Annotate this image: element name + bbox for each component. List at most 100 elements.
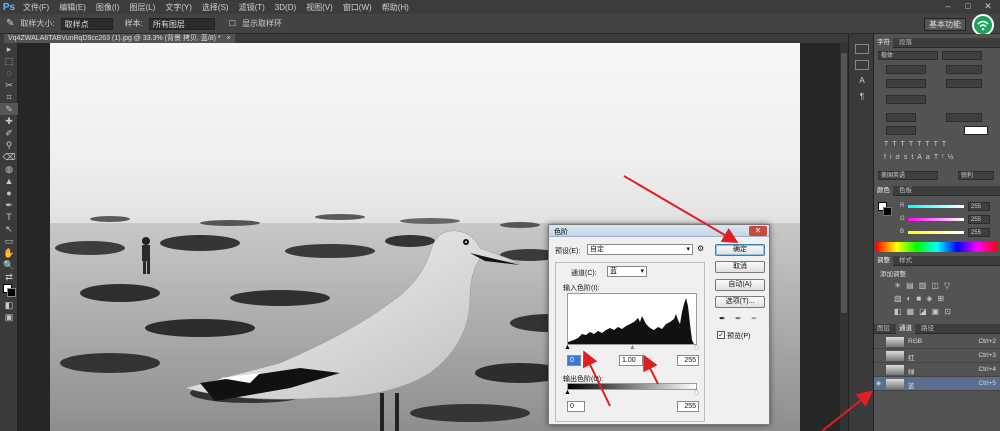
text-color-swatch[interactable] <box>964 126 988 135</box>
lasso-tool-icon[interactable]: ◌ <box>0 67 18 79</box>
output-white-handle-icon[interactable]: ▲ <box>693 389 700 396</box>
scrollbar-thumb[interactable] <box>841 53 847 313</box>
dock-properties-icon[interactable] <box>855 60 869 70</box>
vertical-scale-field[interactable] <box>886 113 916 122</box>
healing-tool-icon[interactable]: ✚ <box>0 115 18 127</box>
pen-tool-icon[interactable]: ✒ <box>0 199 18 211</box>
menu-type[interactable]: 文字(Y) <box>160 2 197 13</box>
sample-select[interactable]: 所有图层 <box>148 17 215 30</box>
eraser-tool-icon[interactable]: ⌫ <box>0 151 18 163</box>
slider-g-value[interactable]: 255 <box>968 215 990 224</box>
adjustment-icons[interactable]: ☀▤▥◫▽ ▧◐■◈⊞ ◧▦◪▣⊡ <box>894 279 994 319</box>
scale-field[interactable] <box>886 95 926 104</box>
dialog-close-button[interactable]: ✕ <box>749 226 767 236</box>
close-window-button[interactable]: ✕ <box>980 1 996 12</box>
tracking-field[interactable] <box>946 79 982 88</box>
ok-button[interactable]: 确定 <box>715 244 765 256</box>
output-white-field[interactable]: 255 <box>677 401 699 412</box>
channel-row-green[interactable]: 绿 Ctrl+4 <box>874 363 1000 377</box>
zoom-tool-icon[interactable]: 🔍 <box>0 259 18 271</box>
stamp-tool-icon[interactable]: ⚲ <box>0 139 18 151</box>
color-slider-b[interactable]: B 255 <box>900 228 998 238</box>
swap-colors-icon[interactable]: ⇄ <box>0 271 18 283</box>
output-levels-slider[interactable]: ▲ ▲ <box>564 389 700 397</box>
tab-swatches[interactable]: 色板 <box>896 186 915 196</box>
dialog-titlebar[interactable]: 色阶 ✕ <box>549 225 769 237</box>
cancel-button[interactable]: 取消 <box>715 261 765 273</box>
white-eyedropper-icon[interactable]: ✒ <box>751 314 758 323</box>
color-fg-bg-swatch[interactable] <box>878 202 892 216</box>
color-slider-g[interactable]: G 255 <box>900 215 998 225</box>
show-ring-checkbox[interactable]: ☐ <box>229 19 236 28</box>
menu-3d[interactable]: 3D(D) <box>270 3 301 12</box>
preset-options-gear-icon[interactable]: ⚙ <box>697 244 704 253</box>
menu-file[interactable]: 文件(F) <box>18 2 54 13</box>
kerning-field[interactable] <box>886 79 926 88</box>
eyedropper-icon[interactable]: ✎ <box>6 18 14 29</box>
input-white-handle-icon[interactable]: ▲ <box>693 344 700 351</box>
output-black-handle-icon[interactable]: ▲ <box>564 389 571 396</box>
eyedropper-tool-icon[interactable]: ✎ <box>0 103 18 115</box>
brush-tool-icon[interactable]: ✐ <box>0 127 18 139</box>
menu-layer[interactable]: 图层(L) <box>124 2 160 13</box>
visibility-eye-icon[interactable]: ◉ <box>876 380 881 387</box>
font-family-select[interactable]: 楷体 <box>878 51 938 60</box>
channel-select[interactable]: 蓝 ▾ <box>607 266 647 277</box>
input-white-field[interactable]: 255 <box>677 355 699 366</box>
antialias-select[interactable]: 锐利 <box>958 171 994 180</box>
document-tab[interactable]: Vq4ZWALA6TABVunRqD9cc263 (1).jpg @ 33.3%… <box>4 34 235 43</box>
move-tool-icon[interactable]: ▸ <box>0 43 18 55</box>
text-style-buttons[interactable]: TTTTTTTT <box>884 141 996 151</box>
slider-r-value[interactable]: 255 <box>968 202 990 211</box>
input-gamma-handle-icon[interactable]: ▲ <box>629 344 636 351</box>
document-close-icon[interactable]: × <box>227 35 231 42</box>
quick-select-tool-icon[interactable]: ✂ <box>0 79 18 91</box>
font-size-field[interactable] <box>886 65 926 74</box>
sample-size-select[interactable]: 取样点 <box>60 17 113 30</box>
hand-tool-icon[interactable]: ✋ <box>0 247 18 259</box>
horizontal-scale-field[interactable] <box>946 113 982 122</box>
shape-tool-icon[interactable]: ▭ <box>0 235 18 247</box>
tab-adjustments[interactable]: 调整 <box>874 256 893 266</box>
menu-view[interactable]: 视图(V) <box>301 2 338 13</box>
gray-eyedropper-icon[interactable]: ✒ <box>735 314 742 323</box>
menu-select[interactable]: 选择(S) <box>197 2 234 13</box>
quick-mask-icon[interactable]: ◧ <box>0 299 18 311</box>
black-eyedropper-icon[interactable]: ✒ <box>719 314 726 323</box>
minimize-button[interactable]: – <box>940 1 956 12</box>
menu-window[interactable]: 窗口(W) <box>338 2 377 13</box>
baseline-field[interactable] <box>886 126 916 135</box>
auto-button[interactable]: 自动(A) <box>715 279 765 291</box>
menu-help[interactable]: 帮助(H) <box>377 2 414 13</box>
path-select-tool-icon[interactable]: ↖ <box>0 223 18 235</box>
tab-paragraph[interactable]: 段落 <box>896 38 915 48</box>
foreground-background-swatch[interactable] <box>0 283 18 299</box>
opentype-buttons[interactable]: fiσstAaTᵗ½ <box>884 154 996 164</box>
preset-select[interactable]: 自定 ▾ <box>587 244 693 255</box>
output-black-field[interactable]: 0 <box>567 401 585 412</box>
type-tool-icon[interactable]: T <box>0 211 18 223</box>
tab-color[interactable]: 颜色 <box>874 186 893 196</box>
dock-paragraph-icon[interactable]: ¶ <box>855 92 869 102</box>
gradient-tool-icon[interactable]: ◍ <box>0 163 18 175</box>
input-levels-slider[interactable]: ▲ ▲ ▲ <box>564 344 700 352</box>
input-gamma-field[interactable]: 1.00 <box>619 355 643 366</box>
slider-b-value[interactable]: 255 <box>968 228 990 237</box>
crop-tool-icon[interactable]: ⌗ <box>0 91 18 103</box>
channel-row-rgb[interactable]: RGB Ctrl+2 <box>874 335 1000 349</box>
menu-edit[interactable]: 编辑(E) <box>54 2 91 13</box>
tab-character[interactable]: 字符 <box>874 38 893 48</box>
input-black-handle-icon[interactable]: ▲ <box>564 344 571 351</box>
maximize-button[interactable]: □ <box>960 1 976 12</box>
workspace-select[interactable]: 基本功能 <box>924 18 966 31</box>
leading-field[interactable] <box>946 65 982 74</box>
color-slider-r[interactable]: R 255 <box>900 202 998 212</box>
tab-channels[interactable]: 通道 <box>896 324 915 334</box>
preview-checkbox[interactable]: ✓ <box>717 331 725 339</box>
menu-image[interactable]: 图像(I) <box>91 2 125 13</box>
marquee-tool-icon[interactable]: ⬚ <box>0 55 18 67</box>
dodge-tool-icon[interactable]: ● <box>0 187 18 199</box>
dock-character-icon[interactable]: A <box>855 76 869 86</box>
menu-filter[interactable]: 滤镜(T) <box>234 2 270 13</box>
dock-history-icon[interactable] <box>855 44 869 54</box>
